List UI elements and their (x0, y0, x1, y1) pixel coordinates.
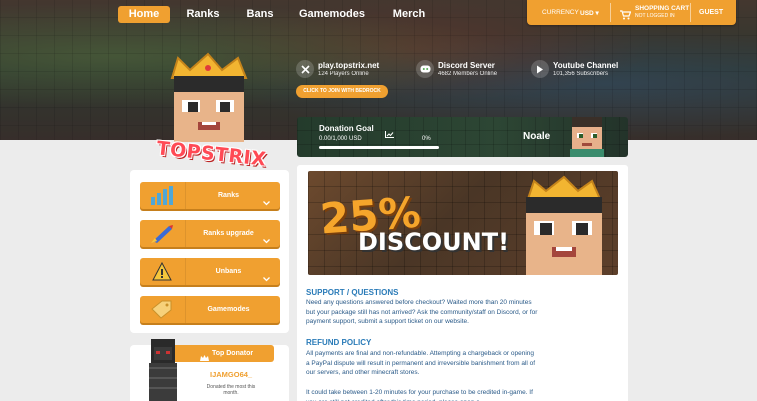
goal-player-name: Noale (523, 131, 551, 142)
currency-value: USD (580, 10, 594, 17)
divider (610, 3, 611, 22)
currency-label: CURRENCY (542, 9, 579, 16)
divider (690, 3, 691, 22)
menu-label: Unbans (215, 268, 242, 275)
crown-icon (200, 349, 209, 367)
youtube-subs: 101,356 Subscribers (553, 71, 609, 77)
refund-heading: REFUND POLICY (306, 338, 372, 347)
category-menu: Ranks Ranks upgrade Unbans Gamemodes (130, 170, 289, 333)
discount-banner[interactable]: 25% DISCOUNT! (308, 171, 618, 275)
server-ip: play.topstrix.net (318, 61, 380, 70)
goal-amount: 0.00/1,000 USD (319, 136, 362, 142)
join-bedrock-button[interactable]: CLICK TO JOIN WITH BEDROCK (296, 85, 388, 98)
goal-title: Donation Goal (319, 124, 374, 133)
youtube-title: Youtube Channel (553, 61, 619, 70)
chart-bars-icon (149, 185, 175, 206)
discord-title: Discord Server (438, 61, 495, 70)
player-skin (562, 117, 612, 157)
trending-chart-icon (385, 125, 394, 143)
nav-home[interactable]: Home (118, 6, 170, 23)
tag-icon (149, 299, 175, 320)
currency-select[interactable]: USD ▾ (580, 9, 599, 17)
chevron-down-icon: ▾ (595, 10, 599, 17)
discount-word: DISCOUNT! (358, 228, 510, 256)
donator-note: Donated the most this month. (206, 384, 256, 396)
chevron-down-icon (263, 193, 270, 211)
banner-character (514, 175, 614, 275)
chevron-down-icon (263, 231, 270, 249)
credit-text: It could take between 1-20 minutes for y… (306, 389, 533, 401)
support-text: Need any questions answered before check… (306, 299, 538, 325)
nav-merch[interactable]: Merch (386, 6, 432, 23)
login-status: NOT LOGGED IN (635, 13, 675, 19)
chevron-down-icon (263, 269, 270, 287)
goal-progress-track (319, 146, 439, 149)
support-heading: SUPPORT / QUESTIONS (306, 288, 399, 297)
menu-label: Ranks upgrade (203, 230, 254, 237)
mascot-avatar (160, 52, 260, 152)
menu-unbans[interactable]: Unbans (140, 258, 280, 285)
goal-percent: 0% (422, 136, 431, 142)
warning-cone-icon (149, 261, 175, 282)
play-icon (531, 60, 549, 78)
menu-label: Gamemodes (207, 306, 250, 313)
cart-icon[interactable] (620, 7, 632, 25)
close-x-icon (296, 60, 314, 78)
user-guest[interactable]: GUEST (699, 9, 723, 16)
cart-title[interactable]: SHOPPING CART (635, 5, 689, 12)
donation-goal-bar: Donation Goal 0.00/1,000 USD 0% Noale (297, 117, 628, 157)
top-donator-title: Top Donator (212, 350, 254, 357)
discord-members: 4682 Members Online (438, 71, 498, 77)
nav-ranks[interactable]: Ranks (180, 6, 226, 23)
menu-ranks-upgrade[interactable]: Ranks upgrade (140, 220, 280, 247)
nav-gamemodes[interactable]: Gamemodes (294, 6, 370, 23)
discord-icon (416, 60, 434, 78)
nav-bans[interactable]: Bans (238, 6, 282, 23)
account-bar: CURRENCY USD ▾ SHOPPING CART NOT LOGGED … (527, 0, 736, 25)
rocket-icon (149, 223, 175, 244)
menu-gamemodes[interactable]: Gamemodes (140, 296, 280, 323)
refund-text: All payments are final and non-refundabl… (306, 350, 536, 376)
donator-skin (145, 337, 181, 401)
donator-name: IJAMGO64_ (210, 370, 253, 379)
menu-ranks[interactable]: Ranks (140, 182, 280, 209)
menu-label: Ranks (217, 192, 239, 199)
player-count: 124 Players Online (318, 71, 369, 77)
